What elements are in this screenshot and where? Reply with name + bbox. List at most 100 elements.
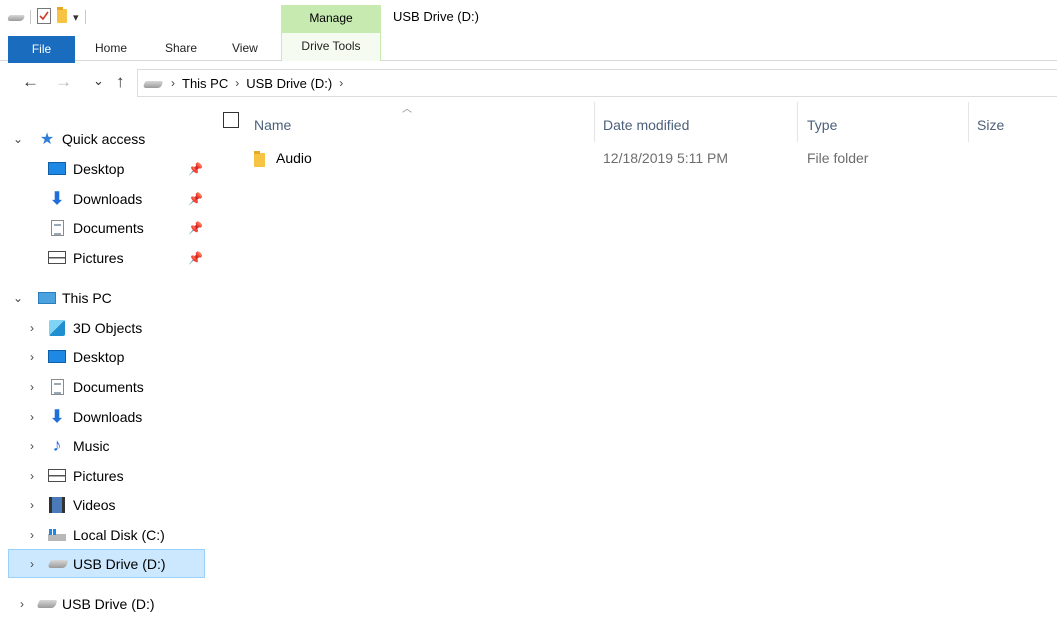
videos-icon [48, 496, 66, 513]
drive-icon [6, 10, 26, 24]
tree-item-label: USB Drive (D:) [62, 595, 155, 612]
column-header-name[interactable]: Name [254, 110, 291, 140]
toolbar-divider [84, 10, 86, 24]
tab-file[interactable]: File [8, 36, 75, 63]
tree-item-label: Local Disk (C:) [73, 526, 165, 543]
select-all-checkbox[interactable] [223, 112, 239, 128]
usb-drive-icon [36, 596, 58, 612]
column-header-type[interactable]: Type [807, 110, 837, 140]
tree-item-label: Quick access [62, 130, 146, 147]
breadcrumb-separator[interactable]: › [339, 76, 343, 90]
tree-item-downloads[interactable]: › ⬇ Downloads [0, 402, 210, 431]
file-name[interactable]: Audio [276, 150, 312, 166]
chevron-right-icon[interactable]: › [26, 380, 38, 394]
usb-drive-icon [47, 556, 69, 572]
address-bar[interactable]: › This PC › USB Drive (D:) › [137, 69, 1057, 97]
breadcrumb-separator[interactable]: › [235, 76, 239, 90]
tree-item-this-pc[interactable]: ⌄ This PC [0, 283, 210, 312]
pin-icon[interactable]: 📌 [188, 162, 203, 176]
tab-drive-tools[interactable]: Drive Tools [281, 33, 381, 61]
column-header-size[interactable]: Size [977, 110, 1004, 140]
tree-item-quick-access[interactable]: ⌄ ★ Quick access [0, 124, 210, 153]
tree-item-label: Desktop [73, 348, 125, 365]
pin-icon[interactable]: 📌 [188, 192, 203, 206]
tree-item-desktop[interactable]: › Desktop [0, 342, 210, 371]
tab-manage[interactable]: Manage [281, 5, 381, 33]
breadcrumb-separator[interactable]: › [171, 76, 175, 90]
chevron-down-icon[interactable]: ⌄ [12, 132, 24, 146]
chevron-right-icon[interactable]: › [26, 498, 38, 512]
tab-view[interactable]: View [232, 35, 258, 61]
file-type: File folder [807, 150, 869, 166]
column-divider[interactable] [797, 102, 798, 142]
tree-item-documents[interactable]: › Documents [0, 372, 210, 401]
back-button[interactable]: ← [22, 72, 39, 92]
chevron-right-icon[interactable]: › [26, 321, 38, 335]
navigation-bar: ← → ⌄ ↑ › This PC › USB Drive (D:) › [0, 68, 1057, 98]
tree-item-label: This PC [62, 289, 112, 306]
tree-item-pictures[interactable]: Pictures 📌 [0, 243, 210, 272]
tree-item-videos[interactable]: › Videos [0, 490, 210, 519]
tree-item-label: Music [73, 437, 110, 454]
star-icon: ★ [39, 130, 55, 148]
chevron-right-icon[interactable]: › [26, 469, 38, 483]
window-title: USB Drive (D:) [393, 9, 479, 24]
customize-toolbar-dropdown[interactable]: ▾ [73, 11, 79, 24]
title-bar: ▾ Manage USB Drive (D:) [0, 0, 1057, 33]
breadcrumb-this-pc[interactable]: This PC [182, 76, 228, 91]
music-icon: ♪ [52, 435, 62, 455]
new-folder-icon[interactable] [57, 6, 67, 26]
chevron-right-icon[interactable]: › [26, 410, 38, 424]
file-list: ︿ Name Date modified Type Size Audio 12/… [210, 100, 1057, 618]
chevron-down-icon[interactable]: ⌄ [12, 291, 24, 305]
documents-icon [48, 219, 66, 236]
tree-item-label: Downloads [73, 190, 143, 207]
tree-item-label: Documents [73, 378, 144, 395]
toolbar-divider [30, 10, 31, 24]
breadcrumb-usb-drive[interactable]: USB Drive (D:) [246, 76, 332, 91]
tree-item-label: Downloads [73, 408, 143, 425]
pin-icon[interactable]: 📌 [188, 221, 203, 235]
tree-item-downloads[interactable]: ⬇ Downloads 📌 [0, 184, 210, 213]
tree-item-label: Videos [73, 496, 116, 513]
tree-item-label: Pictures [73, 467, 124, 484]
forward-button[interactable]: → [55, 72, 72, 92]
drive-icon [142, 76, 164, 91]
pictures-icon [48, 250, 66, 266]
navigation-pane: ⌄ ★ Quick access Desktop 📌 ⬇ Downloads 📌… [0, 100, 210, 618]
recent-locations-button[interactable]: ⌄ [93, 73, 104, 89]
up-button[interactable]: ↑ [116, 72, 125, 92]
this-pc-icon [38, 290, 56, 306]
chevron-right-icon[interactable]: › [26, 439, 38, 453]
tree-item-documents[interactable]: Documents 📌 [0, 213, 210, 242]
chevron-right-icon[interactable]: › [26, 557, 38, 571]
column-divider[interactable] [594, 102, 595, 142]
chevron-right-icon[interactable]: › [26, 350, 38, 364]
file-date-modified: 12/18/2019 5:11 PM [603, 150, 729, 166]
documents-icon [48, 378, 66, 395]
download-icon: ⬇ [49, 406, 65, 426]
properties-icon[interactable] [37, 7, 51, 27]
chevron-right-icon[interactable]: › [26, 528, 38, 542]
tree-item-usb-drive-selected[interactable]: › USB Drive (D:) [8, 549, 205, 578]
download-icon: ⬇ [49, 188, 65, 208]
column-divider[interactable] [968, 102, 969, 142]
tree-item-3d-objects[interactable]: › 3D Objects [0, 313, 210, 342]
tree-item-label: Pictures [73, 249, 124, 266]
desktop-icon [48, 349, 66, 365]
tree-item-usb-drive[interactable]: › USB Drive (D:) [0, 589, 210, 618]
tree-item-pictures[interactable]: › Pictures [0, 461, 210, 490]
tree-item-label: Documents [73, 219, 144, 236]
table-row[interactable]: Audio 12/18/2019 5:11 PM File folder [210, 146, 1057, 172]
3d-objects-icon [48, 319, 66, 336]
pin-icon[interactable]: 📌 [188, 251, 203, 265]
folder-icon [254, 151, 265, 170]
tree-item-music[interactable]: › ♪ Music [0, 431, 210, 460]
tree-item-local-disk[interactable]: › Local Disk (C:) [0, 520, 210, 549]
column-header-date-modified[interactable]: Date modified [603, 110, 689, 140]
quick-access-toolbar: ▾ [6, 6, 86, 27]
tab-share[interactable]: Share [165, 35, 197, 61]
tab-home[interactable]: Home [95, 35, 127, 61]
chevron-right-icon[interactable]: › [16, 597, 28, 611]
tree-item-desktop[interactable]: Desktop 📌 [0, 154, 210, 183]
